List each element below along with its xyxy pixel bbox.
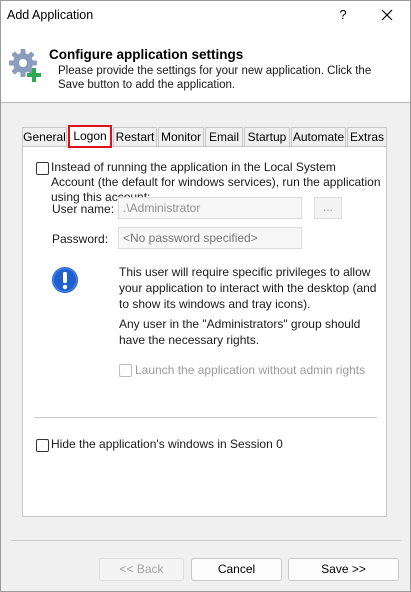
tab-logon[interactable]: Logon xyxy=(68,125,112,148)
cancel-button[interactable]: Cancel xyxy=(191,558,282,581)
hide-windows-session0-label[interactable]: Hide the application's windows in Sessio… xyxy=(51,437,283,452)
tab-startup[interactable]: Startup xyxy=(244,127,290,147)
section-divider xyxy=(34,417,377,418)
username-label: User name: xyxy=(52,202,115,216)
tab-automate[interactable]: Automate xyxy=(291,127,346,147)
tab-extras[interactable]: Extras xyxy=(347,127,387,147)
tab-email[interactable]: Email xyxy=(205,127,243,147)
hide-windows-session0-checkbox[interactable] xyxy=(36,439,49,452)
gear-plus-icon xyxy=(9,49,41,82)
administrators-info-text: Any user in the "Administrators" group s… xyxy=(119,317,361,347)
tab-general[interactable]: General xyxy=(22,127,67,147)
help-button[interactable]: ? xyxy=(323,1,363,29)
password-label: Password: xyxy=(52,232,109,246)
save-button[interactable]: Save >> xyxy=(288,558,399,581)
password-field[interactable] xyxy=(118,227,302,249)
header-title: Configure application settings xyxy=(49,47,244,62)
dialog-header: Configure application settings Please pr… xyxy=(1,29,410,103)
footer-divider xyxy=(11,540,401,541)
username-field[interactable] xyxy=(118,197,302,219)
add-application-dialog: Add Application ? Configure application … xyxy=(0,0,411,592)
launch-without-admin-checkbox[interactable] xyxy=(119,364,132,377)
close-button[interactable] xyxy=(365,1,409,29)
privileges-info-text: This user will require specific privileg… xyxy=(119,265,377,311)
close-icon xyxy=(381,9,393,21)
window-title: Add Application xyxy=(7,8,94,22)
tab-restart[interactable]: Restart xyxy=(113,127,157,147)
launch-without-admin-label[interactable]: Launch the application without admin rig… xyxy=(135,363,365,378)
run-as-account-checkbox[interactable] xyxy=(36,162,49,175)
back-button[interactable]: << Back xyxy=(99,558,184,581)
title-bar: Add Application ? xyxy=(1,1,410,29)
exclamation-info-icon xyxy=(52,267,78,293)
header-description: Please provide the settings for your new… xyxy=(58,65,372,91)
browse-user-button[interactable]: ... xyxy=(314,197,342,219)
tab-strip: General Logon Restart Monitor Email Star… xyxy=(22,125,387,148)
tab-monitor[interactable]: Monitor xyxy=(158,127,204,147)
